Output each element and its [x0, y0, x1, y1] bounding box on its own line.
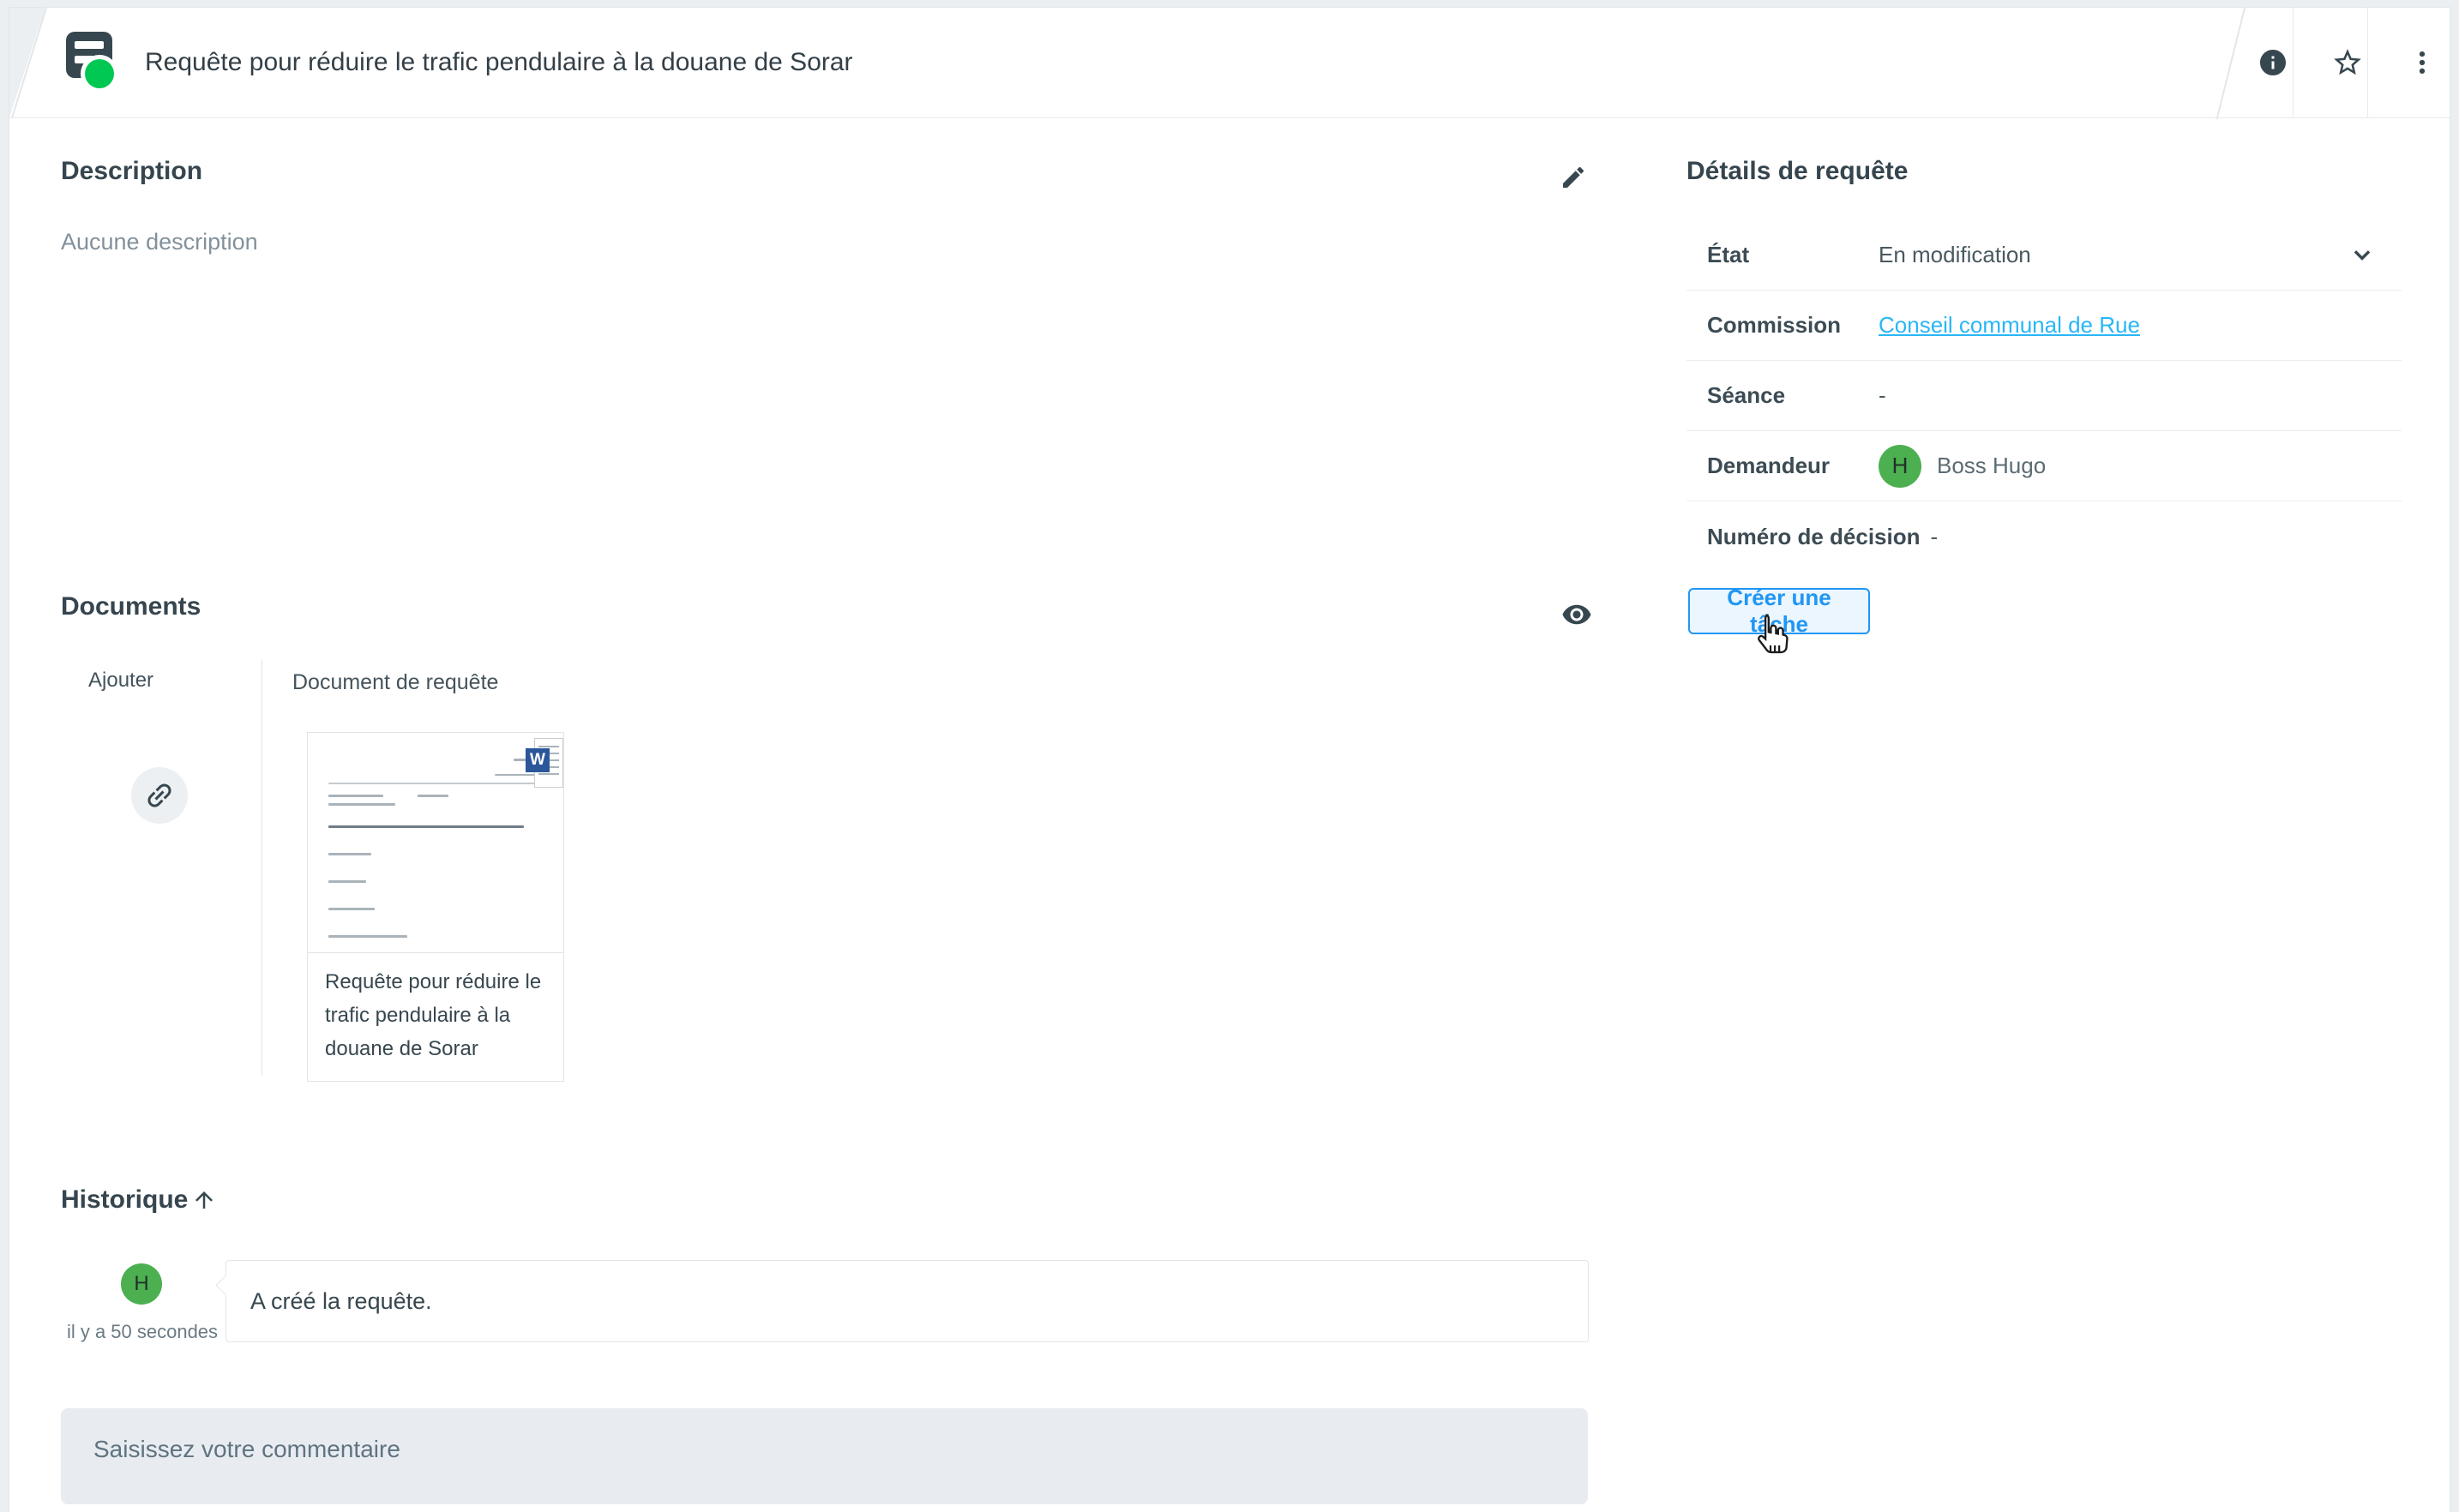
- history-avatar: H: [121, 1263, 162, 1305]
- detail-label: Numéro de décision: [1707, 524, 1931, 550]
- toggle-documents-visibility-button[interactable]: [1561, 599, 1592, 630]
- detail-label: État: [1707, 242, 1879, 268]
- requester-name: Boss Hugo: [1937, 453, 2046, 479]
- preview-line: [328, 935, 407, 938]
- state-select-value[interactable]: En modification: [1879, 242, 2031, 268]
- header-bar: Requête pour réduire le trafic pendulair…: [9, 8, 2450, 118]
- requester-avatar: H: [1879, 445, 1921, 488]
- attach-document-button[interactable]: [131, 767, 188, 824]
- preview-line: [328, 908, 375, 910]
- more-vertical-icon: [2408, 48, 2437, 77]
- description-empty-text: Aucune description: [61, 229, 258, 255]
- detail-row-decision-number: Numéro de décision -: [1686, 501, 2402, 572]
- history-entry-text: A créé la requête.: [250, 1288, 432, 1315]
- preview-line: [328, 803, 395, 806]
- link-icon: [136, 772, 183, 819]
- mouse-cursor-pointer: [1750, 613, 1789, 659]
- documents-heading: Documents: [61, 592, 201, 621]
- preview-line: [418, 795, 448, 797]
- request-document-icon-line: [75, 41, 104, 49]
- commission-link[interactable]: Conseil communal de Rue: [1879, 312, 2140, 339]
- detail-value: -: [1879, 382, 1886, 409]
- info-button[interactable]: [2235, 8, 2310, 117]
- bubble-tail: [215, 1275, 236, 1295]
- edit-description-button[interactable]: [1560, 164, 1587, 191]
- content-card: Requête pour réduire le trafic pendulair…: [9, 7, 2450, 1512]
- request-status-badge-dot: [85, 59, 114, 88]
- history-entry-bubble: A créé la requête.: [225, 1260, 1589, 1342]
- star-icon: [2331, 46, 2364, 79]
- preview-title-line: [328, 825, 524, 828]
- eye-icon: [1561, 599, 1592, 630]
- preview-line: [328, 880, 366, 883]
- documents-add-label: Ajouter: [88, 669, 153, 693]
- preview-line: [328, 853, 371, 855]
- request-document-card[interactable]: W Requête pour réduire le trafic pendula…: [307, 732, 564, 1082]
- detail-value: -: [1931, 524, 1939, 550]
- word-logo: W: [526, 748, 550, 772]
- details-heading: Détails de requête: [1686, 157, 2402, 186]
- detail-row-seance: Séance -: [1686, 361, 2402, 431]
- detail-label: Demandeur: [1707, 453, 1879, 479]
- favorite-button[interactable]: [2310, 8, 2384, 117]
- comment-input[interactable]: [61, 1408, 1588, 1504]
- preview-rule: [328, 783, 543, 784]
- chevron-down-icon[interactable]: [2347, 240, 2378, 271]
- word-file-badge: W: [526, 738, 563, 788]
- detail-row-demandeur: Demandeur H Boss Hugo: [1686, 431, 2402, 501]
- detail-row-state[interactable]: État En modification: [1686, 220, 2402, 291]
- collapse-history-button[interactable]: [191, 1187, 217, 1213]
- detail-row-commission: Commission Conseil communal de Rue: [1686, 291, 2402, 361]
- info-icon: [2258, 47, 2288, 78]
- preview-line: [328, 795, 383, 797]
- history-heading: Historique: [61, 1185, 188, 1215]
- document-column-label: Document de requête: [292, 670, 498, 695]
- pencil-icon: [1560, 164, 1587, 191]
- request-details-panel: Détails de requête État En modification …: [1686, 157, 2402, 572]
- document-caption: Requête pour réduire le trafic pendulair…: [308, 953, 563, 1081]
- description-heading: Description: [61, 157, 202, 186]
- more-actions-button[interactable]: [2384, 8, 2459, 117]
- document-preview-thumbnail: W: [308, 733, 563, 953]
- history-timestamp: il y a 50 secondes: [27, 1321, 258, 1343]
- detail-label: Commission: [1707, 312, 1879, 339]
- arrow-up-icon: [191, 1187, 217, 1213]
- page-title: Requête pour réduire le trafic pendulair…: [145, 8, 853, 117]
- detail-label: Séance: [1707, 382, 1879, 409]
- request-detail-page: Requête pour réduire le trafic pendulair…: [0, 0, 2459, 1512]
